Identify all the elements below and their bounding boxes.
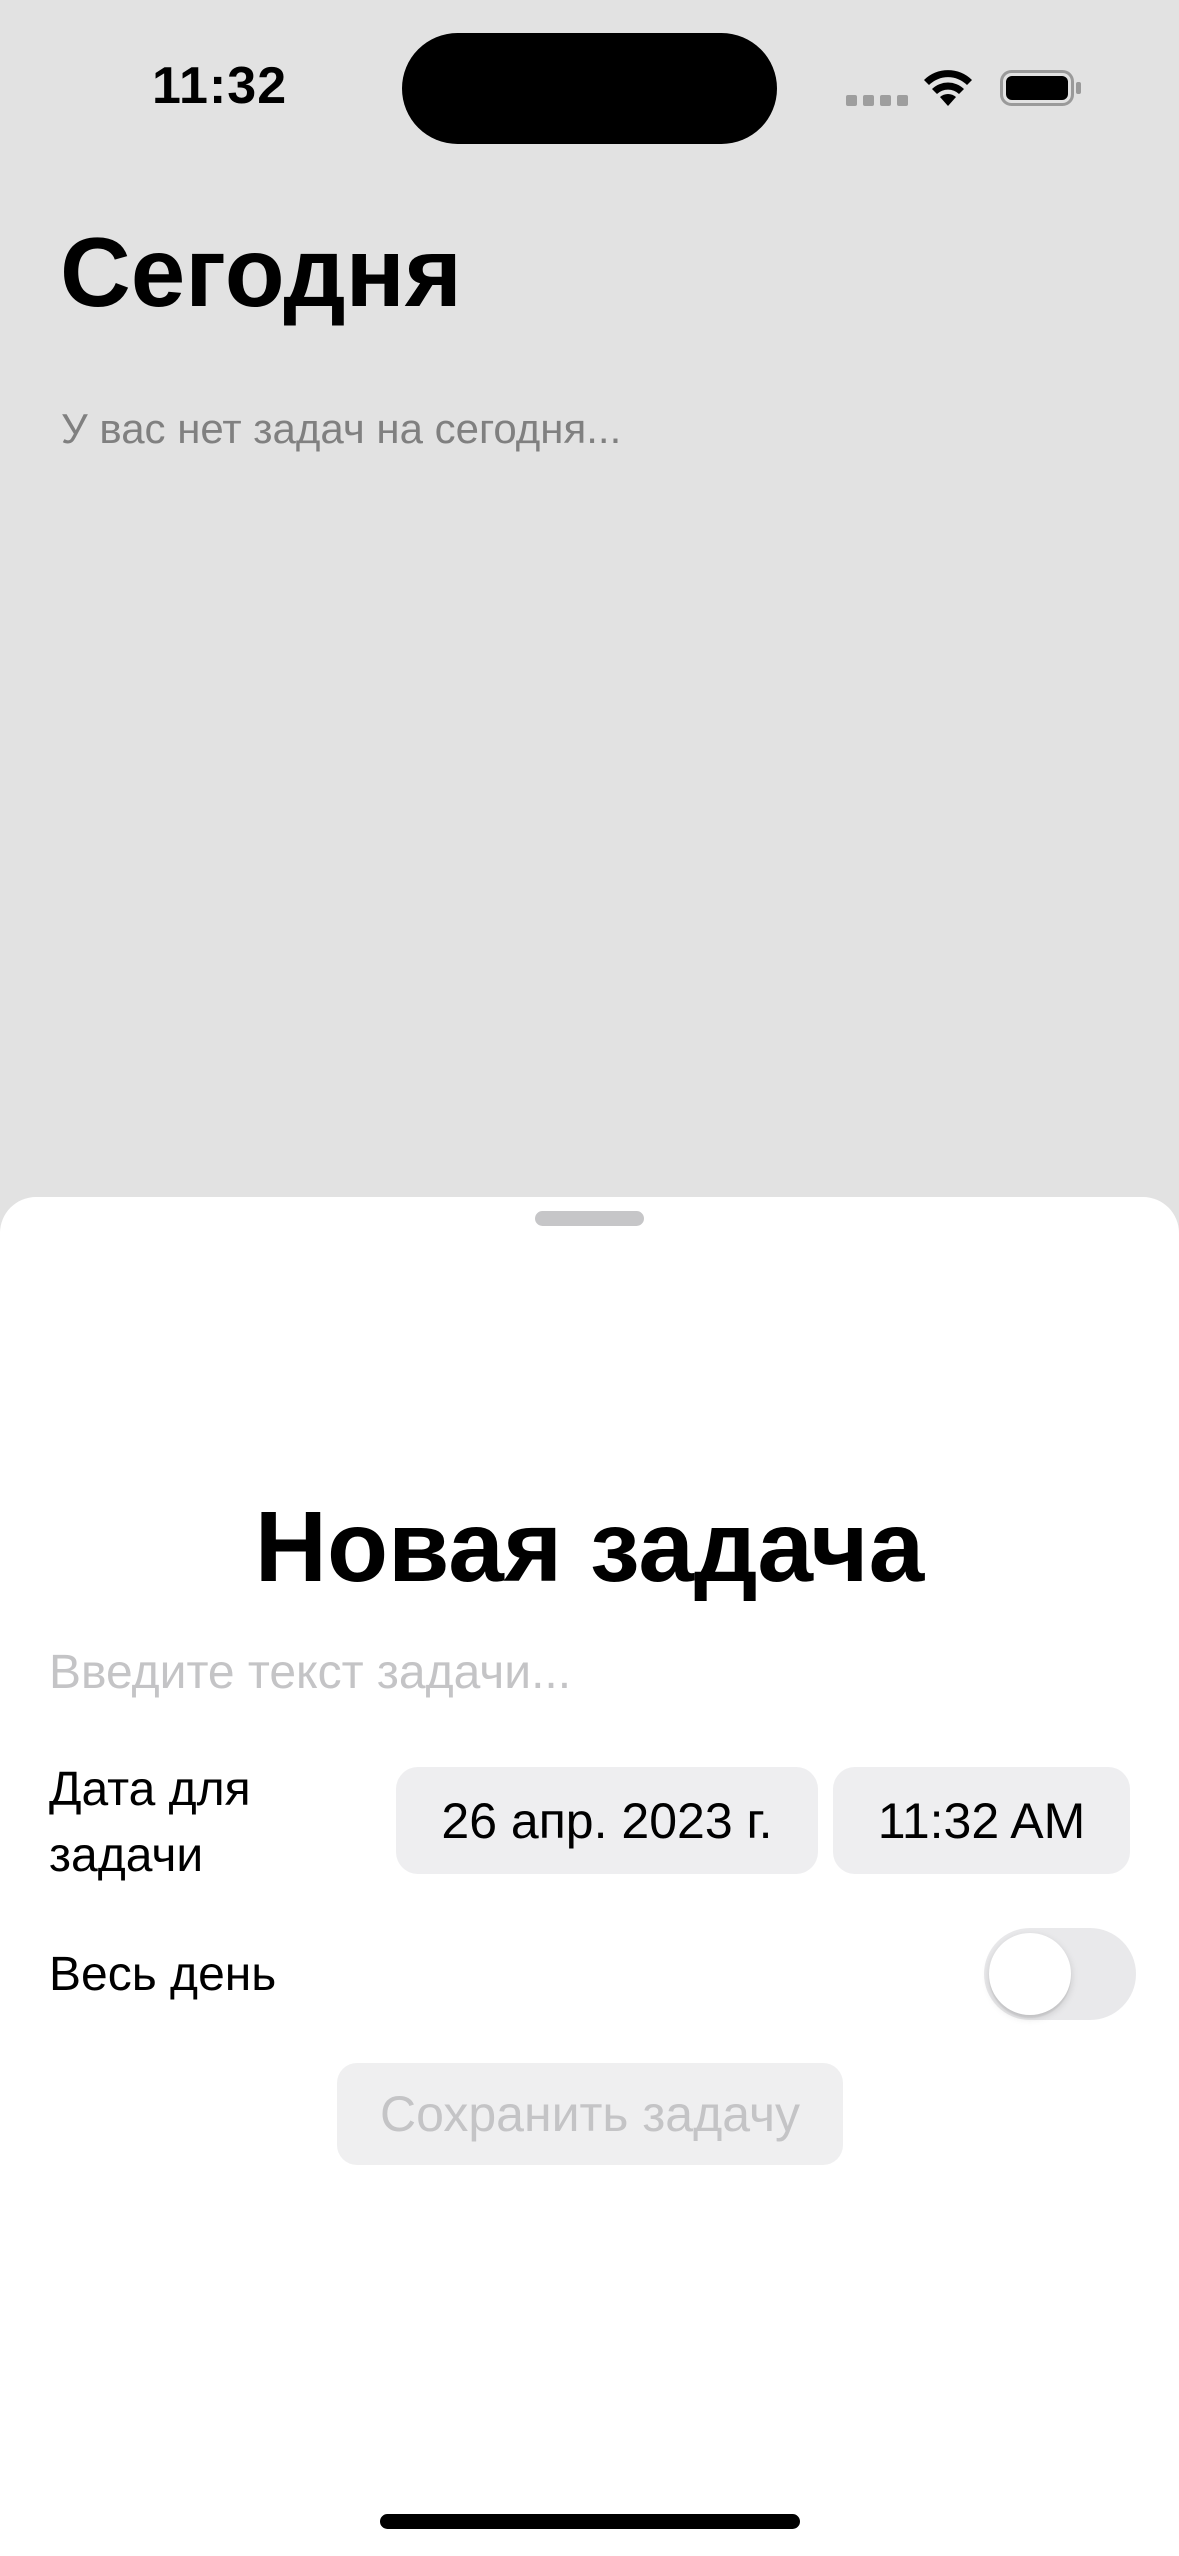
battery-icon [1000,70,1081,106]
time-value: 11:32 AM [877,1792,1086,1849]
task-text-input[interactable] [49,1637,1129,1707]
toggle-knob [989,1933,1071,2015]
empty-state-message: У вас нет задач на сегодня... [61,405,622,452]
new-task-sheet: Новая задача Дата для задачи 26 апр. 202… [0,1197,1179,2556]
date-value: 26 апр. 2023 г. [441,1792,773,1849]
time-picker-button[interactable]: 11:32 AM [833,1767,1130,1874]
date-picker-button[interactable]: 26 апр. 2023 г. [396,1767,818,1874]
sheet-grabber[interactable] [535,1211,644,1226]
page-title: Сегодня [60,217,462,327]
cellular-icon [846,95,908,106]
all-day-toggle[interactable] [984,1928,1136,2020]
status-time: 11:32 [152,57,288,115]
date-label: Дата для задачи [49,1763,251,1882]
save-task-button[interactable]: Сохранить задачу [337,2063,843,2165]
all-day-label: Весь день [49,1948,277,2001]
wifi-icon [924,70,972,106]
dynamic-island [402,33,777,144]
sheet-title: Новая задача [254,1491,925,1603]
home-indicator[interactable] [380,2514,800,2529]
save-task-label: Сохранить задачу [379,2086,801,2142]
